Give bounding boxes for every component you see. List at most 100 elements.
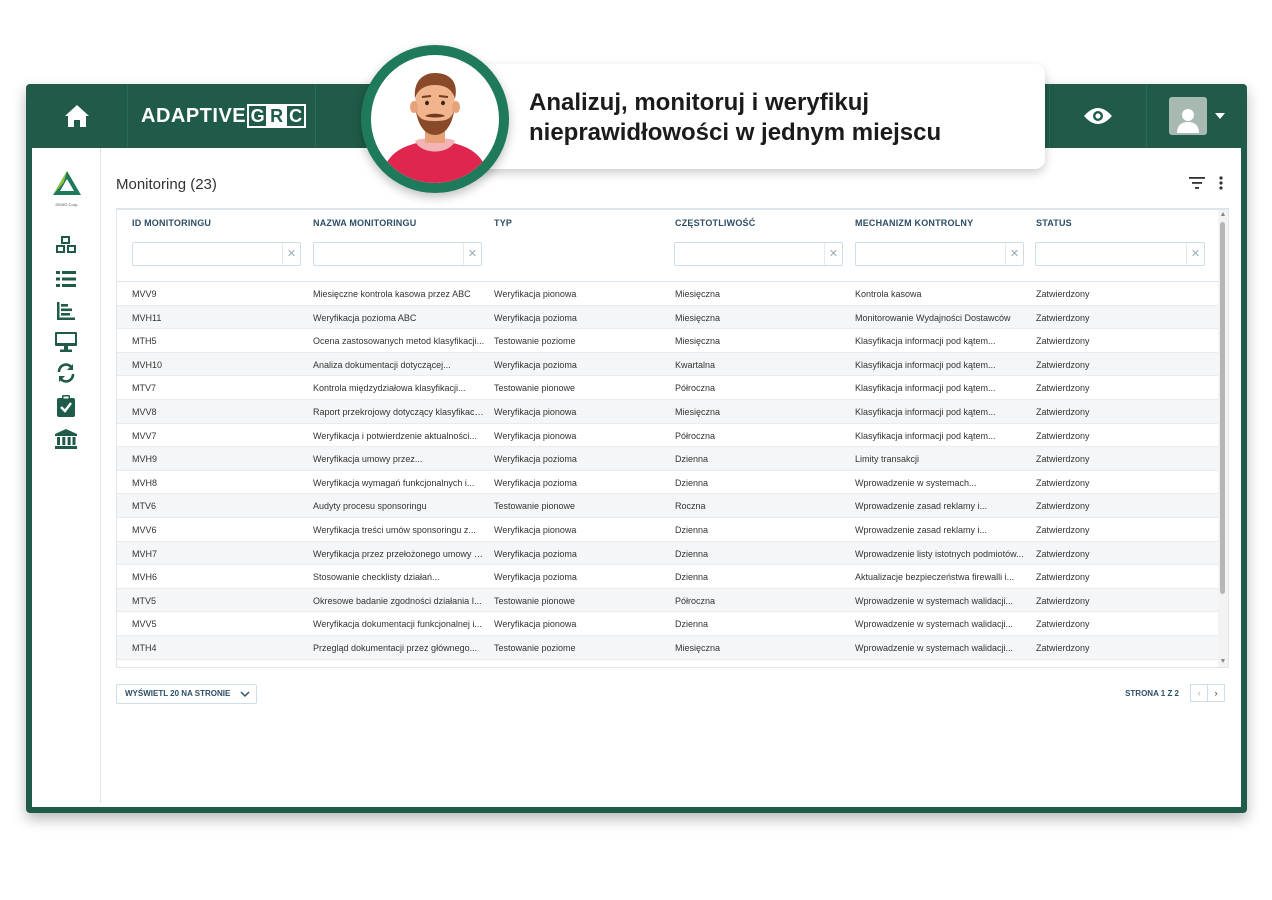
filter-icon[interactable] — [1189, 177, 1205, 189]
home-button[interactable] — [26, 84, 128, 148]
cell-name: Okresowe badanie zgodności działania I..… — [313, 595, 482, 606]
table-row[interactable]: MTV6 Audyty procesu sponsoringu Testowanie… — [117, 494, 1218, 518]
callout-line-1: Analizuj, monitoruj i weryfikuj — [529, 89, 870, 116]
table-row[interactable]: MVV5 Weryfikacja dokumentacji funkcjonaln… — [117, 612, 1218, 636]
sidebar-item-monitor[interactable] — [54, 330, 78, 354]
cell-frequency: Dzienna — [675, 454, 709, 465]
cell-control: Wprowadzenie listy istotnych podmiotów..… — [855, 548, 1024, 559]
table-row[interactable]: MVH5 Weryfikacja wymagań funkcjonalnych i… — [117, 660, 1218, 668]
scroll-up-icon[interactable]: ▲ — [1219, 211, 1227, 219]
cell-status: Zatwierdzony — [1036, 667, 1206, 668]
filter-input-frequency[interactable]: ✕ — [674, 242, 843, 266]
scroll-thumb[interactable] — [1220, 222, 1225, 594]
cell-frequency: Miesięczna — [675, 407, 721, 417]
table-row[interactable]: MVV8 Raport przekrojowy dotyczący klasyfi… — [117, 400, 1218, 424]
next-page-button[interactable]: › — [1207, 684, 1225, 702]
logo-letter-r: R — [266, 104, 288, 128]
clipboard-check-icon — [57, 395, 75, 417]
table-row[interactable]: MTV5 Okresowe badanie zgodności działania… — [117, 588, 1218, 613]
sidebar-item-institution[interactable] — [54, 427, 78, 451]
vertical-scrollbar[interactable]: ▲ ▼ — [1218, 210, 1228, 667]
column-header-type[interactable]: TYP — [494, 218, 512, 228]
table-row[interactable]: MVV9 Miesięczne kontrola kasowa przez ABC… — [117, 282, 1218, 306]
more-vertical-icon[interactable] — [1219, 176, 1223, 190]
page-size-select[interactable]: WYŚWIETL 20 NA STRONIE — [116, 684, 258, 704]
filter-input-name[interactable]: ✕ — [313, 242, 482, 266]
cell-type: Weryfikacja pozioma — [494, 454, 577, 465]
cell-control: Kontrola kasowa — [855, 289, 922, 299]
cell-control: Aktualizacje bezpieczeństwa firewalli i.… — [855, 572, 1015, 583]
cell-id: MVH10 — [132, 359, 163, 370]
column-header-id[interactable]: ID MONITORINGU — [132, 218, 211, 228]
cell-status: Zatwierdzony — [1036, 407, 1090, 417]
sidebar-item-report[interactable] — [54, 299, 78, 323]
prev-page-button[interactable]: ‹ — [1190, 684, 1208, 702]
cell-control: Klasyfikacja informacji pod kątem... — [855, 383, 996, 394]
cell-status: Zatwierdzony — [1036, 430, 1090, 441]
table-row[interactable]: MVH8 Weryfikacja wymagań funkcjonalnych i… — [117, 471, 1218, 495]
cell-frequency: Roczna — [675, 501, 706, 512]
table-row[interactable]: MVH10 Analiza dokumentacji dotyczącej... W… — [117, 352, 1218, 377]
avatar — [1169, 97, 1207, 135]
persona-icon — [381, 73, 489, 183]
clear-filter-icon[interactable]: ✕ — [282, 243, 300, 265]
user-menu[interactable] — [1147, 84, 1247, 148]
cubes-icon — [56, 236, 76, 253]
table-row[interactable]: MVH7 Weryfikacja przez przełożonego umowy… — [117, 541, 1218, 566]
filter-input-id[interactable]: ✕ — [132, 242, 301, 266]
column-header-name[interactable]: NAZWA MONITORINGU — [313, 218, 416, 228]
cell-type: Weryfikacja pionowa — [494, 289, 577, 299]
page-title-count: (23) — [190, 176, 217, 193]
table-row[interactable]: MVH6 Stosowanie checklisty działań... Wery… — [117, 565, 1218, 589]
page-title: Monitoring (23) — [116, 176, 217, 193]
caret-down-icon — [1215, 113, 1225, 119]
company-logo-icon — [53, 171, 81, 195]
filter-input-control[interactable]: ✕ — [855, 242, 1024, 266]
cell-name: Raport przekrojowy dotyczący klasyfikacj… — [313, 407, 485, 417]
title-actions — [1189, 176, 1223, 190]
cell-id: MVV9 — [132, 289, 157, 299]
sidebar-item-sync[interactable] — [54, 361, 78, 385]
cell-status: Zatwierdzony — [1036, 359, 1090, 370]
table-row[interactable]: MTH5 Ocena zastosowanych metod klasyfikac… — [117, 329, 1218, 353]
table-row[interactable]: MTH4 Przegląd dokumentacji przez głównego… — [117, 636, 1218, 660]
cell-id: MTV7 — [132, 383, 157, 394]
cell-type: Weryfikacja pozioma — [494, 312, 577, 323]
table-header: ID MONITORINGU NAZWA MONITORINGU TYP CZĘ… — [117, 210, 1228, 282]
sidebar-item-tasks[interactable] — [54, 394, 78, 418]
cell-control: Klasyfikacja informacji pod kątem... — [855, 407, 996, 417]
cell-control: Klasyfikacja informacji pod kątem... — [855, 359, 996, 370]
sidebar-item-list[interactable] — [54, 267, 78, 291]
scroll-down-icon[interactable]: ▼ — [1219, 658, 1227, 666]
cell-name: Weryfikacja umowy przez... — [313, 454, 423, 465]
clear-filter-icon[interactable]: ✕ — [1005, 243, 1023, 265]
column-header-frequency[interactable]: CZĘSTOTLIWOŚĆ — [675, 218, 755, 228]
clear-filter-icon[interactable]: ✕ — [824, 243, 842, 265]
cell-id: MTH5 — [132, 336, 157, 347]
column-header-control[interactable]: MECHANIZM KONTROLNY — [855, 218, 973, 228]
page-size-label: WYŚWIETL 20 NA STRONIE — [125, 689, 231, 698]
preview-button[interactable] — [1049, 84, 1147, 148]
cell-control: Monitorowanie Wydajności Dostawców — [855, 312, 1011, 323]
cell-frequency: Półroczna — [675, 383, 716, 394]
monitoring-table: ID MONITORINGU NAZWA MONITORINGU TYP CZĘ… — [116, 208, 1229, 668]
table-row[interactable]: MVV6 Weryfikacja treści umów sponsoringu … — [117, 518, 1218, 542]
cell-control: Wprowadzenie zasad reklamy i... — [855, 525, 988, 535]
cell-name: Weryfikacja pozioma ABC — [313, 312, 417, 323]
table-row[interactable]: MVH11 Weryfikacja pozioma ABC Weryfikacja … — [117, 305, 1218, 330]
filter-input-status[interactable]: ✕ — [1035, 242, 1205, 266]
clear-filter-icon[interactable]: ✕ — [463, 243, 481, 265]
clear-filter-icon[interactable]: ✕ — [1186, 243, 1204, 265]
brand-logo[interactable]: ADAPTIVE G R C — [128, 84, 316, 148]
desktop-icon — [55, 332, 77, 352]
table-row[interactable]: MVH9 Weryfikacja umowy przez... Weryfikacj… — [117, 447, 1218, 471]
column-header-status[interactable]: STATUS — [1036, 218, 1072, 228]
company-logo[interactable]: DEMO Corp. — [51, 170, 83, 207]
table-row[interactable]: MVV7 Weryfikacja i potwierdzenie aktualno… — [117, 424, 1218, 448]
cell-type: Weryfikacja pionowa — [494, 619, 577, 630]
cell-type: Testowanie pionowe — [494, 383, 576, 394]
cell-name: Weryfikacja wymagań funkcjonalnych i... — [313, 477, 475, 488]
cell-name: Weryfikacja treści umów sponsoringu z... — [313, 525, 476, 535]
table-row[interactable]: MTV7 Kontrola międzydziałowa klasyfikacji… — [117, 376, 1218, 400]
sidebar-item-cubes[interactable] — [54, 233, 78, 257]
